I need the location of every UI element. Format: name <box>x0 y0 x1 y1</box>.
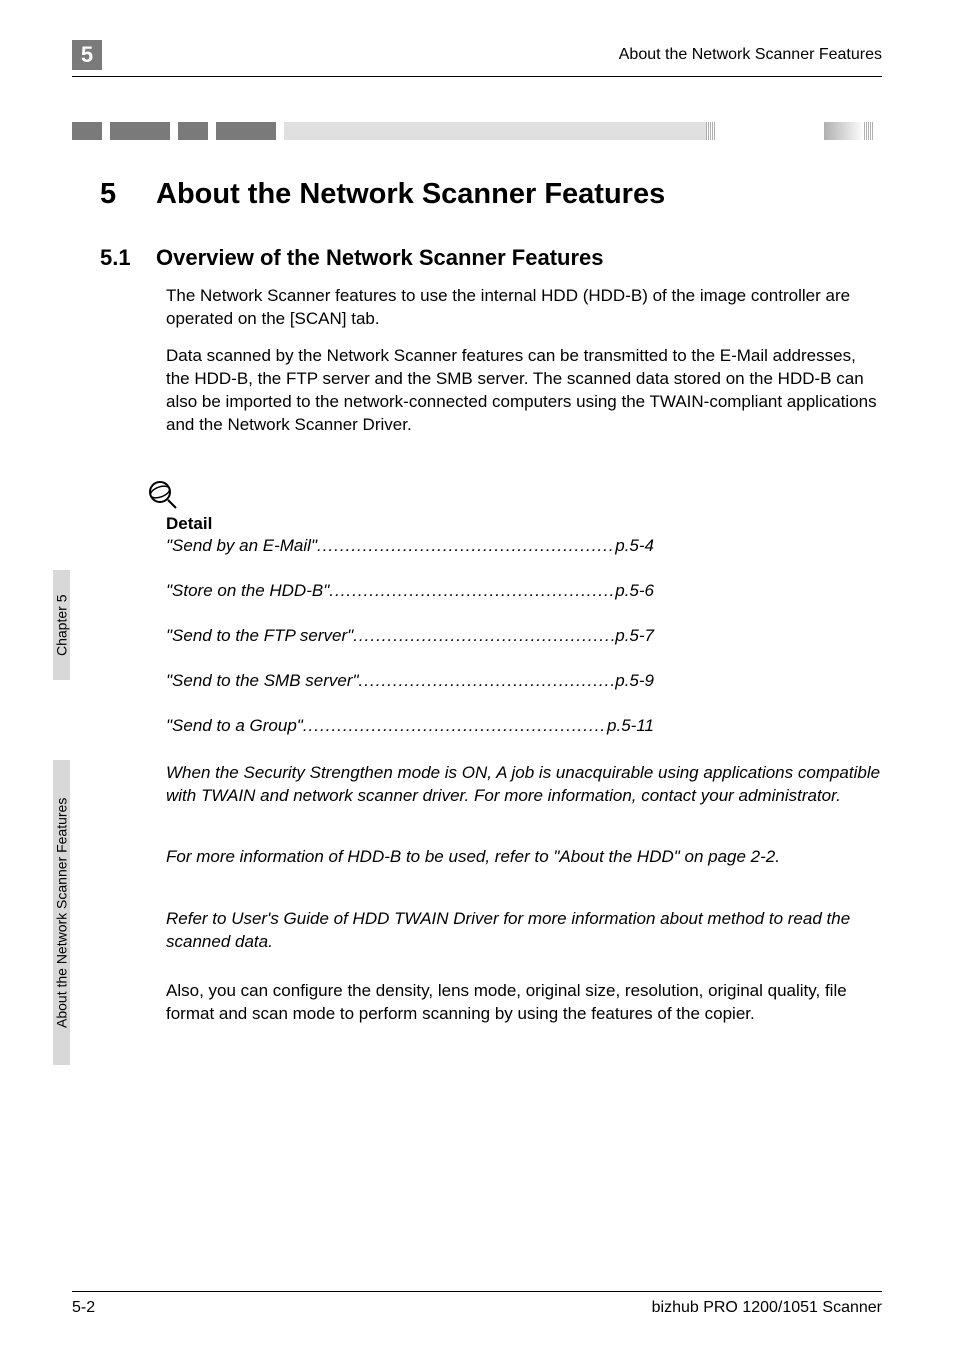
decorative-bar <box>72 122 882 140</box>
chapter-heading: 5About the Network Scanner Features <box>100 178 882 211</box>
detail-item-1-label: "Send by an E-Mail" <box>166 536 317 556</box>
leader-dots: ........................................… <box>303 716 607 736</box>
footer-page-number: 5-2 <box>72 1299 95 1317</box>
running-header: About the Network Scanner Features <box>619 46 882 64</box>
paragraph-3: Also, you can configure the density, len… <box>166 980 882 1026</box>
detail-item-1: "Send by an E-Mail" ....................… <box>166 536 654 556</box>
sidebar-tab-chapter: Chapter 5 <box>53 570 70 680</box>
leader-dots: ........................................… <box>329 581 615 601</box>
detail-item-1-page: p.5-4 <box>615 536 654 556</box>
detail-item-2-page: p.5-6 <box>615 581 654 601</box>
italic-paragraph-3: Refer to User's Guide of HDD TWAIN Drive… <box>166 908 882 954</box>
footer-divider <box>72 1291 882 1292</box>
magnifier-icon <box>146 478 180 512</box>
detail-item-5-page: p.5-11 <box>607 716 654 736</box>
footer-product-name: bizhub PRO 1200/1051 Scanner <box>652 1299 882 1317</box>
leader-dots: ........................................… <box>317 536 615 556</box>
detail-label: Detail <box>166 514 212 534</box>
sidebar-tab-section: About the Network Scanner Features <box>53 760 70 1065</box>
section-heading: 5.1Overview of the Network Scanner Featu… <box>100 245 882 271</box>
header-divider <box>72 76 882 77</box>
detail-item-5: "Send to a Group" ......................… <box>166 716 654 736</box>
detail-item-3: "Send to the FTP server" ...............… <box>166 626 654 646</box>
leader-dots: ........................................… <box>353 626 615 646</box>
detail-item-2: "Store on the HDD-B" ...................… <box>166 581 654 601</box>
chapter-title-text: About the Network Scanner Features <box>156 178 665 210</box>
detail-item-4-label: "Send to the SMB server" <box>166 671 359 691</box>
detail-item-3-page: p.5-7 <box>615 626 654 646</box>
paragraph-1: The Network Scanner features to use the … <box>166 285 882 331</box>
leader-dots: ........................................… <box>359 671 616 691</box>
section-number: 5.1 <box>100 245 156 271</box>
chapter-number: 5 <box>100 178 156 211</box>
italic-paragraph-1: When the Security Strengthen mode is ON,… <box>166 762 882 808</box>
detail-item-5-label: "Send to a Group" <box>166 716 303 736</box>
section-title-text: Overview of the Network Scanner Features <box>156 245 604 270</box>
italic-paragraph-2: For more information of HDD-B to be used… <box>166 846 882 869</box>
detail-item-3-label: "Send to the FTP server" <box>166 626 353 646</box>
detail-item-4: "Send to the SMB server" ...............… <box>166 671 654 691</box>
paragraph-2: Data scanned by the Network Scanner feat… <box>166 345 882 437</box>
detail-item-4-page: p.5-9 <box>615 671 654 691</box>
page-number-box: 5 <box>72 40 102 70</box>
detail-item-2-label: "Store on the HDD-B" <box>166 581 329 601</box>
